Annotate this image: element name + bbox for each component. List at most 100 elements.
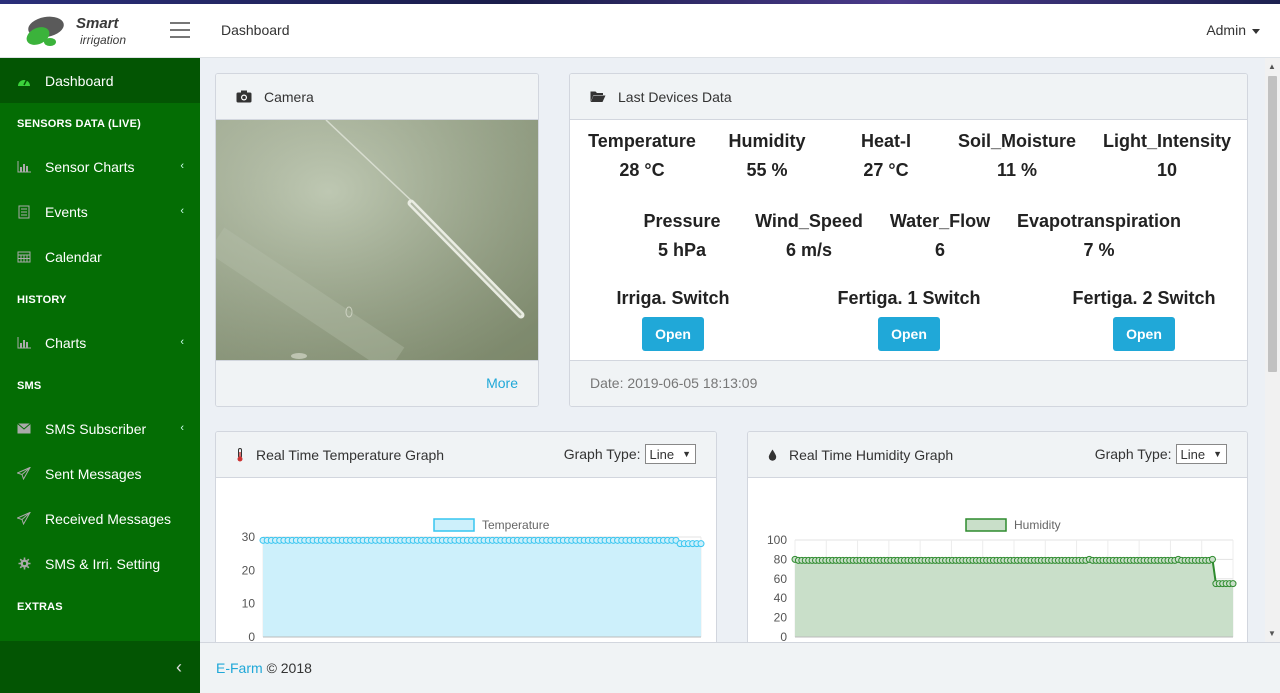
fertigation-1-open-button[interactable]: Open xyxy=(878,317,940,351)
sidebar-item-label: Events xyxy=(45,203,88,220)
device-water-flow: Water_Flow 6 xyxy=(876,211,1004,261)
device-light-intensity: Light_Intensity 10 xyxy=(1097,131,1237,181)
sidebar-item-received-messages[interactable]: Received Messages xyxy=(0,496,200,541)
device-soil-moisture: Soil_Moisture 11 % xyxy=(947,131,1087,181)
admin-menu[interactable]: Admin xyxy=(1206,22,1260,38)
device-value: 55 % xyxy=(746,160,788,180)
device-value: 7 % xyxy=(1083,240,1115,260)
page-scrollbar[interactable]: ▲ ▼ xyxy=(1265,58,1280,642)
sidebar-section-sensors: SENSORS DATA (LIVE) xyxy=(17,117,141,130)
sidebar-item-sent-messages[interactable]: Sent Messages xyxy=(0,451,200,496)
switch-label: Fertiga. 2 Switch xyxy=(1072,288,1216,308)
y-tick-label: 40 xyxy=(774,591,788,605)
y-tick-label: 60 xyxy=(774,572,788,586)
legend: Temperature xyxy=(433,518,550,532)
data-point xyxy=(1229,580,1237,588)
device-value: 10 xyxy=(1156,160,1178,180)
logo-title: Smart xyxy=(76,15,119,32)
sidebar-item-label: SMS & Irri. Setting xyxy=(45,555,161,572)
logo[interactable]: Smart irrigation xyxy=(24,12,144,52)
thermometer-icon xyxy=(236,447,244,462)
camera-card-header: Camera xyxy=(216,74,538,120)
sidebar-item-label: SMS Subscriber xyxy=(45,420,147,437)
admin-label: Admin xyxy=(1206,22,1246,38)
footer-copyright: © 2018 xyxy=(266,660,312,676)
switch-fertigation-1: Fertiga. 1 Switch Open xyxy=(814,288,1004,351)
graph-type-control: Graph Type: Line ▼ xyxy=(1095,444,1227,464)
leaf-logo-icon xyxy=(26,16,64,46)
sidebar-item-label: Calendar xyxy=(45,248,102,265)
sidebar-section-extras: EXTRAS xyxy=(17,600,63,613)
device-value: 6 m/s xyxy=(785,240,833,260)
y-tick-label: 20 xyxy=(774,611,788,625)
legend-swatch xyxy=(433,518,475,532)
device-label: Light_Intensity xyxy=(1102,131,1231,151)
sidebar-item-label: Received Messages xyxy=(45,510,172,527)
camera-icon xyxy=(236,90,252,103)
menu-toggle-icon[interactable] xyxy=(170,22,190,38)
sidebar-item-label: Sensor Charts xyxy=(45,158,135,175)
device-label: Evapotranspiration xyxy=(1016,211,1182,231)
sidebar-item-dashboard[interactable]: Dashboard xyxy=(0,58,200,103)
device-wind-speed: Wind_Speed 6 m/s xyxy=(744,211,874,261)
graph-type-value: Line xyxy=(1180,446,1206,462)
temperature-graph-card: Real Time Temperature Graph Graph Type: … xyxy=(215,431,717,661)
y-tick-label: 30 xyxy=(242,530,256,544)
legend-swatch xyxy=(965,518,1007,532)
device-value: 6 xyxy=(934,240,945,260)
bar-chart-icon xyxy=(17,336,31,350)
devices-card-header: Last Devices Data xyxy=(570,74,1247,120)
scroll-down-icon[interactable]: ▼ xyxy=(1268,629,1276,638)
device-label: Temperature xyxy=(588,131,696,151)
scroll-up-icon[interactable]: ▲ xyxy=(1268,62,1276,71)
folder-open-icon xyxy=(590,90,606,103)
breadcrumb[interactable]: Dashboard xyxy=(221,22,290,38)
camera-feed-image[interactable] xyxy=(216,120,538,360)
sidebar-section-history: HISTORY xyxy=(17,293,67,306)
device-label: Water_Flow xyxy=(889,211,991,231)
graph-type-select[interactable]: Line ▼ xyxy=(1175,444,1227,464)
sidebar-item-charts[interactable]: Charts ‹ xyxy=(0,320,200,365)
device-humidity: Humidity 55 % xyxy=(707,131,827,181)
fertigation-2-open-button[interactable]: Open xyxy=(1113,317,1175,351)
device-label: Pressure xyxy=(643,211,721,231)
sidebar-item-sms-irri-setting[interactable]: SMS & Irri. Setting xyxy=(0,541,200,586)
chevron-left-icon: ‹ xyxy=(180,160,184,172)
scroll-thumb[interactable] xyxy=(1268,76,1277,372)
device-label: Soil_Moisture xyxy=(957,131,1077,151)
humidity-chart: Humidity100806040200 xyxy=(767,518,1237,644)
document-icon xyxy=(17,205,31,219)
temperature-graph-header: Real Time Temperature Graph Graph Type: … xyxy=(216,432,716,478)
switch-irrigation: Irriga. Switch Open xyxy=(588,288,758,351)
graph-type-value: Line xyxy=(649,446,675,462)
footer-brand-link[interactable]: E-Farm xyxy=(216,660,263,676)
sidebar-item-sms-subscriber[interactable]: SMS Subscriber ‹ xyxy=(0,406,200,451)
device-temperature: Temperature 28 °C xyxy=(582,131,702,181)
sidebar: Dashboard SENSORS DATA (LIVE) Sensor Cha… xyxy=(0,58,200,693)
device-value: 27 °C xyxy=(863,160,909,180)
temperature-chart: Temperature3020100 xyxy=(242,518,705,644)
data-point xyxy=(1208,555,1216,563)
y-tick-label: 10 xyxy=(242,597,256,611)
temperature-graph-title: Real Time Temperature Graph xyxy=(256,446,445,463)
graph-type-select[interactable]: Line ▼ xyxy=(644,444,696,464)
camera-title: Camera xyxy=(264,88,314,105)
sidebar-item-calendar[interactable]: Calendar xyxy=(0,234,200,279)
more-link[interactable]: More xyxy=(486,375,518,391)
sidebar-item-events[interactable]: Events ‹ xyxy=(0,189,200,234)
switch-label: Irriga. Switch xyxy=(616,288,730,308)
sidebar-section-sms: SMS xyxy=(17,379,42,392)
device-label: Wind_Speed xyxy=(755,211,863,231)
page-footer: E-Farm © 2018 xyxy=(200,642,1280,693)
humidity-graph-card: Real Time Humidity Graph Graph Type: Lin… xyxy=(747,431,1248,661)
graph-type-label: Graph Type: xyxy=(1094,446,1172,462)
paper-plane-icon xyxy=(17,512,31,526)
chevron-left-icon[interactable]: ‹ xyxy=(176,657,182,678)
y-tick-label: 100 xyxy=(767,533,787,547)
irrigation-open-button[interactable]: Open xyxy=(642,317,704,351)
device-value: 11 % xyxy=(996,160,1038,180)
device-value: 28 °C xyxy=(619,160,665,180)
device-label: Heat-I xyxy=(860,131,911,151)
sidebar-item-sensor-charts[interactable]: Sensor Charts ‹ xyxy=(0,144,200,189)
sidebar-item-label: Charts xyxy=(45,334,87,351)
